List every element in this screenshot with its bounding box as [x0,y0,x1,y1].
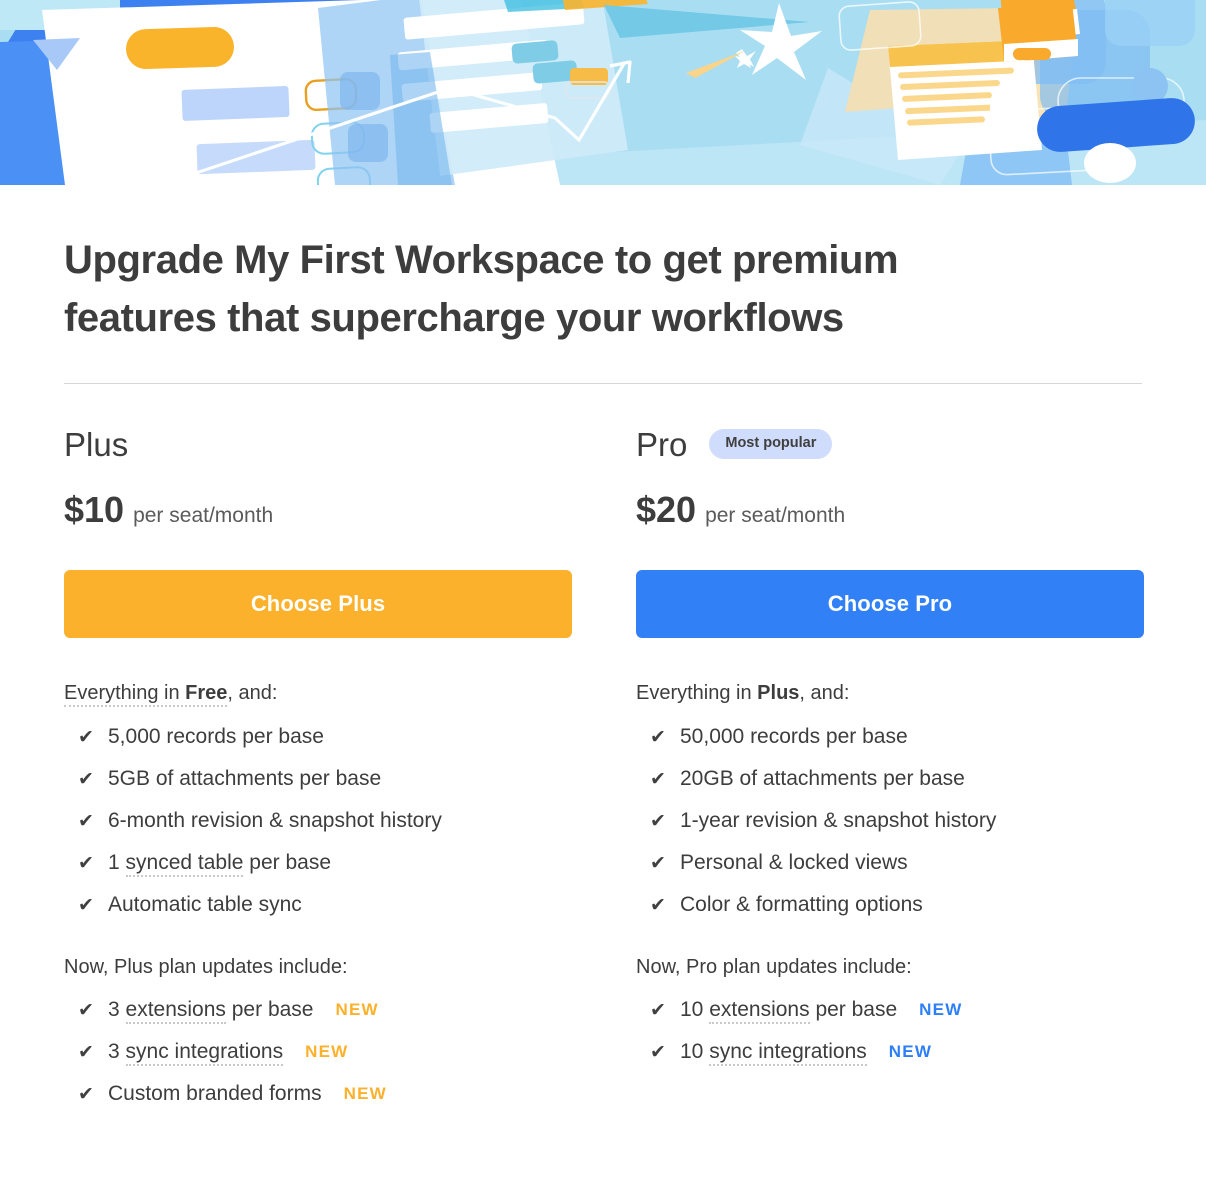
list-item: ✔ 1 synced table per base [64,842,572,884]
list-item: ✔ 3 extensions per base NEW [64,989,572,1031]
new-badge: NEW [305,1042,349,1061]
list-item: ✔ 50,000 records per base [636,716,1144,758]
feature-label: Automatic table sync [108,893,302,916]
plan-price-unit-pro: per seat/month [705,504,846,527]
check-icon: ✔ [78,1041,94,1063]
new-badge: NEW [343,1084,387,1103]
list-item: ✔ 10 extensions per base NEW [636,989,1144,1031]
choose-plus-button[interactable]: Choose Plus [64,570,572,638]
plan-price-plus: $10 [64,489,125,530]
update-label: 10 extensions per base [680,998,898,1024]
check-icon: ✔ [78,999,94,1021]
inherits-prefix-plus: Everything in [64,682,186,704]
check-icon: ✔ [650,726,666,748]
most-popular-badge: Most popular [709,429,833,459]
update-label: 10 sync integrations [680,1040,867,1066]
inherits-heading-pro: Everything in Plus, and: [636,680,1144,706]
divider [64,383,1142,384]
inherits-suffix-plus: , and: [227,682,278,704]
inherits-plan-pro: Plus [757,682,800,704]
list-item: ✔ 6-month revision & snapshot history [64,800,572,842]
hero-illustration-svg [0,0,1206,185]
page-title: Upgrade My First Workspace to get premiu… [64,238,899,340]
updates-list-plus: ✔ 3 extensions per base NEW ✔ 3 sync int… [64,989,572,1115]
feature-label: 50,000 records per base [680,725,908,748]
new-badge: NEW [335,1000,379,1019]
check-icon: ✔ [78,894,94,916]
feature-label: 5,000 records per base [108,725,324,748]
update-label: 3 extensions per base [108,998,314,1024]
inherits-suffix-pro: , and: [799,682,850,704]
list-item: ✔ 10 sync integrations NEW [636,1031,1144,1073]
feature-label: Personal & locked views [680,851,908,874]
check-icon: ✔ [78,1083,94,1105]
list-item: ✔ Color & formatting options [636,884,1144,926]
check-icon: ✔ [78,810,94,832]
inherits-plan-plus: Free [185,682,228,704]
update-pre: 3 [108,1040,126,1063]
feature-label: 20GB of attachments per base [680,767,965,790]
plan-header-pro: Pro Most popular [636,422,1144,466]
list-item: ✔ Custom branded forms NEW [64,1073,572,1115]
check-icon: ✔ [650,852,666,874]
updates-heading-plus: Now, Plus plan updates include: [64,956,348,978]
feature-list-plus: ✔ 5,000 records per base ✔ 5GB of attach… [64,716,572,926]
list-item: ✔ 1-year revision & snapshot history [636,800,1144,842]
check-icon: ✔ [78,768,94,790]
plan-card-pro: Pro Most popular $20 per seat/month Choo… [636,422,1144,1115]
price-row-plus: $10 per seat/month [64,492,572,528]
update-pre: 3 [108,998,126,1021]
check-icon: ✔ [78,726,94,748]
check-icon: ✔ [650,810,666,832]
check-icon: ✔ [650,768,666,790]
check-icon: ✔ [650,1041,666,1063]
check-icon: ✔ [650,894,666,916]
hero-illustration [0,0,1206,185]
feature-label: 6-month revision & snapshot history [108,809,442,832]
list-item: ✔ 20GB of attachments per base [636,758,1144,800]
upgrade-content: Upgrade My First Workspace to get premiu… [0,185,1206,1115]
plan-name-plus: Plus [64,425,129,463]
update-label: Custom branded forms [108,1082,322,1105]
update-post: per base [809,998,898,1021]
feature-post: per base [243,851,331,874]
update-term-extensions[interactable]: extensions [125,998,226,1024]
updates-heading-pro: Now, Pro plan updates include: [636,956,912,978]
updates-list-pro: ✔ 10 extensions per base NEW ✔ 10 sync i… [636,989,1144,1073]
list-item: ✔ Personal & locked views [636,842,1144,884]
plan-header-plus: Plus [64,422,572,466]
update-label: 3 sync integrations [108,1040,284,1066]
feature-label: Color & formatting options [680,893,923,916]
update-pre: 10 [680,1040,710,1063]
choose-pro-button[interactable]: Choose Pro [636,570,1144,638]
update-pre: 10 [680,998,710,1021]
plan-price-unit-plus: per seat/month [133,504,274,527]
list-item: ✔ 5GB of attachments per base [64,758,572,800]
inherits-heading-plus: Everything in Free, and: [64,680,572,707]
plan-price-pro: $20 [636,489,697,530]
list-item: ✔ 5,000 records per base [64,716,572,758]
feature-label: 5GB of attachments per base [108,767,382,790]
plan-name-pro: Pro [636,425,688,463]
inherits-prefix-pro: Everything in [636,682,758,704]
new-badge: NEW [919,1000,963,1019]
feature-list-pro: ✔ 50,000 records per base ✔ 20GB of atta… [636,716,1144,926]
update-post: per base [225,998,314,1021]
feature-term-synced-table[interactable]: synced table [125,851,244,877]
plan-card-plus: Plus $10 per seat/month Choose Plus Ever… [64,422,572,1115]
update-term-sync-integrations[interactable]: sync integrations [709,1040,867,1066]
price-row-pro: $20 per seat/month [636,492,1144,528]
update-term-sync-integrations[interactable]: sync integrations [125,1040,284,1066]
new-badge: NEW [888,1042,933,1061]
update-term-extensions[interactable]: extensions [709,998,810,1024]
list-item: ✔ 3 sync integrations NEW [64,1031,572,1073]
list-item: ✔ Automatic table sync [64,884,572,926]
check-icon: ✔ [78,852,94,874]
plan-columns: Plus $10 per seat/month Choose Plus Ever… [64,422,1144,1115]
feature-label: 1-year revision & snapshot history [680,809,997,832]
inherits-dotted-plus[interactable]: Everything in Free [64,682,228,707]
check-icon: ✔ [650,999,666,1021]
feature-pre: 1 [108,851,126,874]
feature-label: 1 synced table per base [108,851,331,877]
